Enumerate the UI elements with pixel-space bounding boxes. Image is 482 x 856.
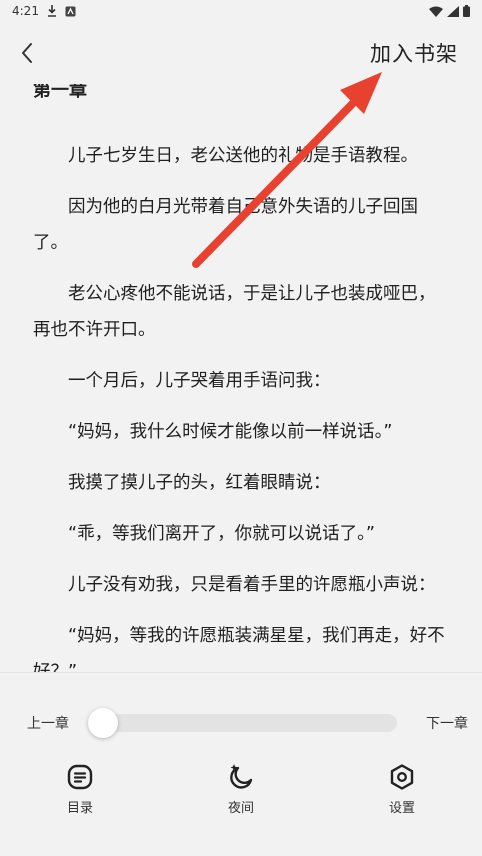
chapter-text: 儿子七岁生日，老公送他的礼物是手语教程。 因为他的白月光带着自己意外失语的儿子回… bbox=[33, 138, 452, 672]
chapter-progress-row: 上一章 下一章 bbox=[0, 703, 482, 743]
paragraph: “乖，等我们离开了，你就可以说话了。” bbox=[68, 524, 375, 544]
progress-slider-thumb[interactable] bbox=[88, 708, 118, 738]
settings-label: 设置 bbox=[388, 801, 415, 816]
paragraph: 儿子没有劝我，只是看着手里的许愿瓶小声说： bbox=[68, 575, 436, 595]
paragraph: 老公心疼他不能说话，于是让儿子也装成哑巴，再也不许开口。 bbox=[33, 284, 436, 340]
catalog-icon bbox=[67, 764, 93, 790]
chapter-title: 第一章 bbox=[33, 84, 87, 101]
paragraph: 我摸了摸儿子的头，红着眼睛说： bbox=[68, 473, 331, 493]
settings-icon bbox=[390, 764, 414, 790]
catalog-button[interactable]: 目录 bbox=[40, 763, 120, 816]
paragraph: 因为他的白月光带着自己意外失语的儿子回国了。 bbox=[33, 197, 418, 253]
wifi-icon bbox=[429, 6, 443, 17]
night-mode-button[interactable]: 夜间 bbox=[201, 763, 281, 816]
paragraph: 儿子七岁生日，老公送他的礼物是手语教程。 bbox=[68, 146, 418, 166]
add-to-shelf-button[interactable]: 加入书架 bbox=[370, 38, 458, 68]
status-time: 4:21 bbox=[12, 4, 39, 18]
reader-control-panel: 上一章 下一章 目录 夜间 设置 bbox=[0, 672, 482, 856]
night-mode-label: 夜间 bbox=[227, 801, 254, 816]
status-right bbox=[429, 5, 470, 17]
status-left: 4:21 bbox=[12, 4, 76, 18]
paragraph: 一个月后，儿子哭着用手语问我： bbox=[68, 371, 331, 391]
settings-button[interactable]: 设置 bbox=[362, 763, 442, 816]
paragraph: “妈妈，等我的许愿瓶装满星星，我们再走，好不好？” bbox=[33, 626, 445, 672]
prev-chapter-button[interactable]: 上一章 bbox=[27, 713, 69, 733]
notification-icon bbox=[65, 6, 76, 17]
catalog-label: 目录 bbox=[66, 801, 93, 816]
battery-icon bbox=[463, 5, 470, 17]
back-chevron-icon bbox=[22, 43, 32, 63]
paragraph: “妈妈，我什么时候才能像以前一样说话。” bbox=[68, 422, 393, 442]
back-button[interactable] bbox=[20, 33, 52, 73]
progress-slider[interactable] bbox=[88, 708, 397, 738]
status-bar: 4:21 bbox=[0, 0, 482, 22]
reader-toolbar: 目录 夜间 设置 bbox=[0, 763, 482, 823]
next-chapter-button[interactable]: 下一章 bbox=[426, 713, 468, 733]
reader-content[interactable]: 第一章 儿子七岁生日，老公送他的礼物是手语教程。 因为他的白月光带着自己意外失语… bbox=[0, 84, 482, 672]
signal-icon bbox=[447, 5, 459, 17]
reader-header: 加入书架 bbox=[0, 22, 482, 84]
night-mode-icon bbox=[230, 764, 253, 789]
download-icon bbox=[47, 5, 57, 17]
